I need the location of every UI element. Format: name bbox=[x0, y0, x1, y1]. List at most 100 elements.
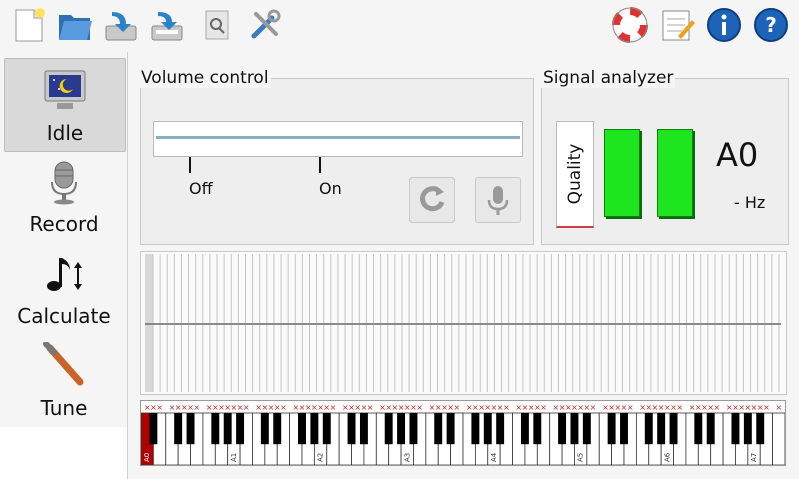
black-key bbox=[446, 413, 455, 445]
signal-analyzer-title: Signal analyzer bbox=[541, 68, 676, 88]
volume-meter bbox=[153, 121, 523, 157]
key-marker: × bbox=[676, 403, 683, 412]
black-key bbox=[186, 413, 195, 445]
mode-tune-button[interactable]: Tune bbox=[4, 334, 124, 426]
black-key bbox=[520, 413, 529, 445]
white-key bbox=[772, 412, 785, 465]
off-label: Off bbox=[189, 179, 213, 198]
tuning-hammer-icon bbox=[43, 342, 84, 386]
key-marker: × bbox=[280, 403, 287, 412]
black-key bbox=[496, 413, 505, 445]
octave-label: A7 bbox=[750, 453, 758, 462]
black-key bbox=[397, 413, 406, 445]
key-marker: × bbox=[416, 403, 423, 412]
octave-label: A4 bbox=[490, 452, 498, 462]
key-marker: × bbox=[775, 403, 782, 412]
key-marker: × bbox=[330, 403, 337, 412]
mode-record-label: Record bbox=[29, 212, 99, 236]
microphone-small-icon bbox=[487, 186, 509, 215]
black-key bbox=[409, 413, 418, 445]
octave-label: A1 bbox=[230, 453, 238, 462]
black-key bbox=[322, 413, 331, 445]
print-preview-icon[interactable] bbox=[198, 6, 236, 44]
black-key bbox=[211, 413, 220, 445]
notes-icon[interactable] bbox=[658, 6, 696, 44]
black-key bbox=[384, 413, 393, 445]
key-marker: × bbox=[156, 403, 163, 412]
black-key bbox=[310, 413, 319, 445]
mode-calculate-button[interactable]: Calculate bbox=[4, 242, 124, 334]
detected-note: A0 bbox=[716, 136, 759, 174]
refresh-icon bbox=[420, 186, 445, 212]
off-tick bbox=[189, 157, 191, 173]
reset-button[interactable] bbox=[409, 177, 455, 223]
sidebar-empty-area bbox=[0, 427, 128, 479]
black-key bbox=[533, 413, 542, 445]
svg-text:?: ? bbox=[765, 13, 777, 37]
black-key bbox=[359, 413, 368, 445]
on-tick bbox=[319, 157, 321, 173]
save-icon[interactable] bbox=[102, 6, 140, 44]
black-key bbox=[694, 413, 703, 445]
volume-control-title: Volume control bbox=[139, 68, 271, 88]
black-key bbox=[273, 413, 282, 445]
black-key bbox=[223, 413, 232, 445]
info-icon[interactable] bbox=[705, 6, 743, 44]
black-key bbox=[620, 413, 628, 445]
on-label: On bbox=[319, 179, 342, 198]
quality-bar-1 bbox=[604, 129, 640, 217]
monitor-moon-icon bbox=[44, 70, 86, 109]
black-key bbox=[236, 413, 245, 445]
black-key bbox=[149, 413, 158, 445]
octave-label: A3 bbox=[403, 453, 411, 462]
mode-tune-label: Tune bbox=[40, 396, 88, 420]
key-marker: × bbox=[367, 403, 374, 412]
key-marker: × bbox=[763, 403, 770, 412]
quality-label: Quality bbox=[565, 143, 585, 205]
mode-idle-button[interactable]: Idle bbox=[4, 58, 126, 152]
signal-analyzer-group: Quality A0 - Hz bbox=[541, 78, 789, 245]
octave-label: A0 bbox=[143, 453, 151, 462]
microphone-button[interactable] bbox=[475, 177, 521, 223]
quality-bar-2 bbox=[657, 129, 693, 217]
black-key bbox=[434, 413, 443, 445]
key-marker: × bbox=[540, 403, 547, 412]
detected-frequency: - Hz bbox=[734, 193, 766, 212]
black-key bbox=[644, 413, 653, 445]
volume-control-group: Off On bbox=[140, 78, 534, 245]
black-key bbox=[582, 413, 591, 445]
black-key bbox=[706, 413, 715, 445]
quality-button[interactable]: Quality bbox=[556, 121, 594, 228]
mode-sidebar: Idle Record Calculate Tune bbox=[0, 52, 128, 427]
black-key bbox=[570, 413, 579, 445]
black-key bbox=[298, 413, 306, 445]
tools-icon[interactable] bbox=[246, 6, 284, 44]
black-key bbox=[347, 413, 356, 445]
toolbar: ? bbox=[0, 0, 799, 52]
piano-keyboard: × × × × × × × × × × × × × × × × × × × × × × × × × × × × × × × × × × × × × × × ×… bbox=[140, 400, 786, 466]
key-marker: × bbox=[714, 403, 721, 412]
black-key bbox=[743, 413, 752, 445]
octave-label: A6 bbox=[663, 452, 671, 462]
black-key bbox=[607, 413, 616, 445]
question-icon[interactable]: ? bbox=[752, 6, 790, 44]
black-key bbox=[756, 413, 765, 445]
black-key bbox=[174, 413, 183, 445]
black-key bbox=[558, 413, 567, 445]
spectrum-graph bbox=[140, 251, 787, 395]
save-as-icon[interactable] bbox=[148, 6, 186, 44]
divider bbox=[127, 52, 128, 479]
key-marker: × bbox=[590, 403, 597, 412]
black-key bbox=[669, 413, 678, 445]
help-lifebuoy-icon[interactable] bbox=[611, 6, 649, 44]
mode-calculate-label: Calculate bbox=[17, 304, 111, 328]
octave-label: A5 bbox=[577, 453, 585, 462]
mode-idle-label: Idle bbox=[46, 121, 84, 145]
key-marker: × bbox=[503, 403, 510, 412]
spectrum-grid bbox=[145, 254, 781, 392]
new-document-icon[interactable] bbox=[10, 6, 48, 44]
key-marker: × bbox=[627, 403, 634, 412]
black-key bbox=[483, 413, 492, 445]
mode-record-button[interactable]: Record bbox=[4, 150, 124, 242]
open-folder-icon[interactable] bbox=[56, 6, 94, 44]
